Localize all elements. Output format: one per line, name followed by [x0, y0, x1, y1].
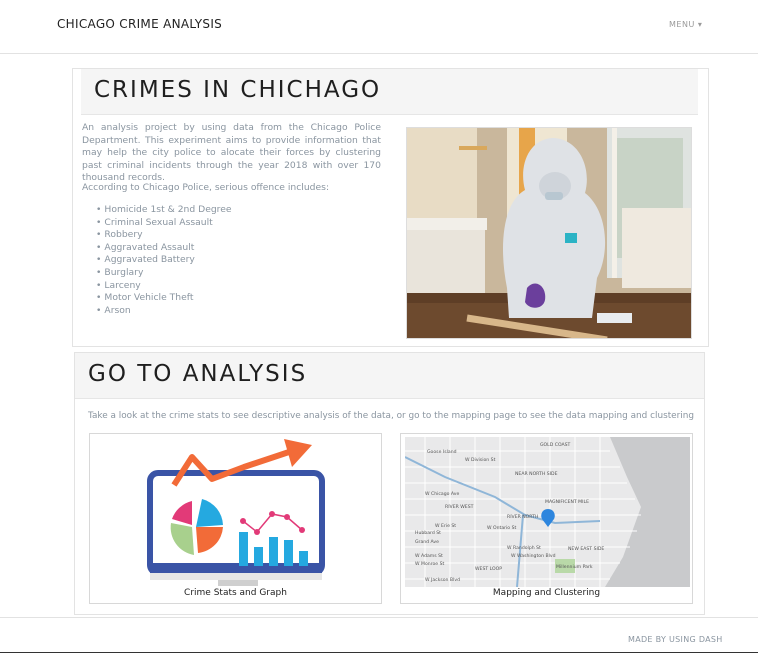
map-label: W Jackson Blvd: [425, 577, 460, 583]
offence-intro: According to Chicago Police, serious off…: [82, 182, 330, 193]
map-label: W Randolph St: [507, 545, 541, 551]
map-label: W Erie St: [435, 523, 456, 529]
map-label: WEST LOOP: [475, 566, 502, 572]
map-label: Grand Ave: [415, 539, 439, 545]
map-label: Goose Island: [427, 449, 457, 455]
crime-stats-tile[interactable]: Crime Stats and Graph: [89, 433, 382, 604]
map-label: MAGNIFICENT MILE: [545, 499, 589, 505]
map-label: RIVER WEST: [445, 504, 474, 510]
menu-dropdown[interactable]: MENU ▾: [669, 20, 702, 29]
forensic-investigator-photo: [406, 127, 692, 339]
offence-list: Homicide 1st & 2nd Degree Criminal Sexua…: [96, 204, 232, 318]
mapping-tile[interactable]: Goose Island GOLD COAST NEAR NORTH SIDE …: [400, 433, 693, 604]
map-label: W Adams St: [415, 553, 443, 559]
map-label: NEAR NORTH SIDE: [515, 471, 558, 477]
analysis-description: Take a look at the crime stats to see de…: [88, 411, 695, 421]
map-label: W Washington Blvd: [511, 553, 556, 559]
list-item: Aggravated Battery: [96, 254, 232, 267]
list-item: Aggravated Assault: [96, 242, 232, 255]
list-item: Arson: [96, 305, 232, 318]
list-item: Robbery: [96, 229, 232, 242]
mapping-label[interactable]: Mapping and Clustering: [401, 588, 692, 598]
map-label: Millennium Park: [556, 564, 593, 570]
map-label: W Chicago Ave: [425, 491, 460, 497]
map-label: Hubbard St: [415, 530, 441, 536]
intro-paragraph: An analysis project by using data from t…: [82, 122, 381, 183]
map-label: W Monroe St: [415, 561, 444, 567]
crime-stats-label[interactable]: Crime Stats and Graph: [90, 588, 381, 598]
map-label: GOLD COAST: [540, 442, 571, 448]
map-label: NEW EAST SIDE: [568, 546, 604, 552]
map-label: W Division St: [465, 457, 496, 463]
analysis-title-bar: GO TO ANALYSIS: [75, 353, 704, 399]
list-item: Criminal Sexual Assault: [96, 217, 232, 230]
list-item: Motor Vehicle Theft: [96, 292, 232, 305]
map-label: W Ontario St: [487, 525, 516, 531]
chicago-map-thumbnail: Goose Island GOLD COAST NEAR NORTH SIDE …: [405, 437, 690, 587]
list-item: Homicide 1st & 2nd Degree: [96, 204, 231, 217]
brand-title[interactable]: CHICAGO CRIME ANALYSIS: [57, 17, 222, 31]
analysis-title: GO TO ANALYSIS: [88, 361, 308, 387]
intro-title-bar: CRIMES IN CHICHAGO: [81, 69, 698, 115]
intro-card: CRIMES IN CHICHAGO An analysis project b…: [72, 68, 709, 347]
footer-text: MADE BY USING DASH: [628, 635, 723, 644]
map-label: RIVER NORTH: [507, 514, 538, 520]
stats-graph-icon: [147, 439, 325, 586]
navbar: CHICAGO CRIME ANALYSIS MENU ▾: [0, 0, 758, 54]
list-item: Larceny: [96, 280, 232, 293]
list-item: Burglary: [96, 267, 232, 280]
footer: MADE BY USING DASH: [0, 617, 758, 653]
analysis-card: GO TO ANALYSIS Take a look at the crime …: [74, 352, 705, 615]
intro-title: CRIMES IN CHICHAGO: [94, 77, 382, 103]
